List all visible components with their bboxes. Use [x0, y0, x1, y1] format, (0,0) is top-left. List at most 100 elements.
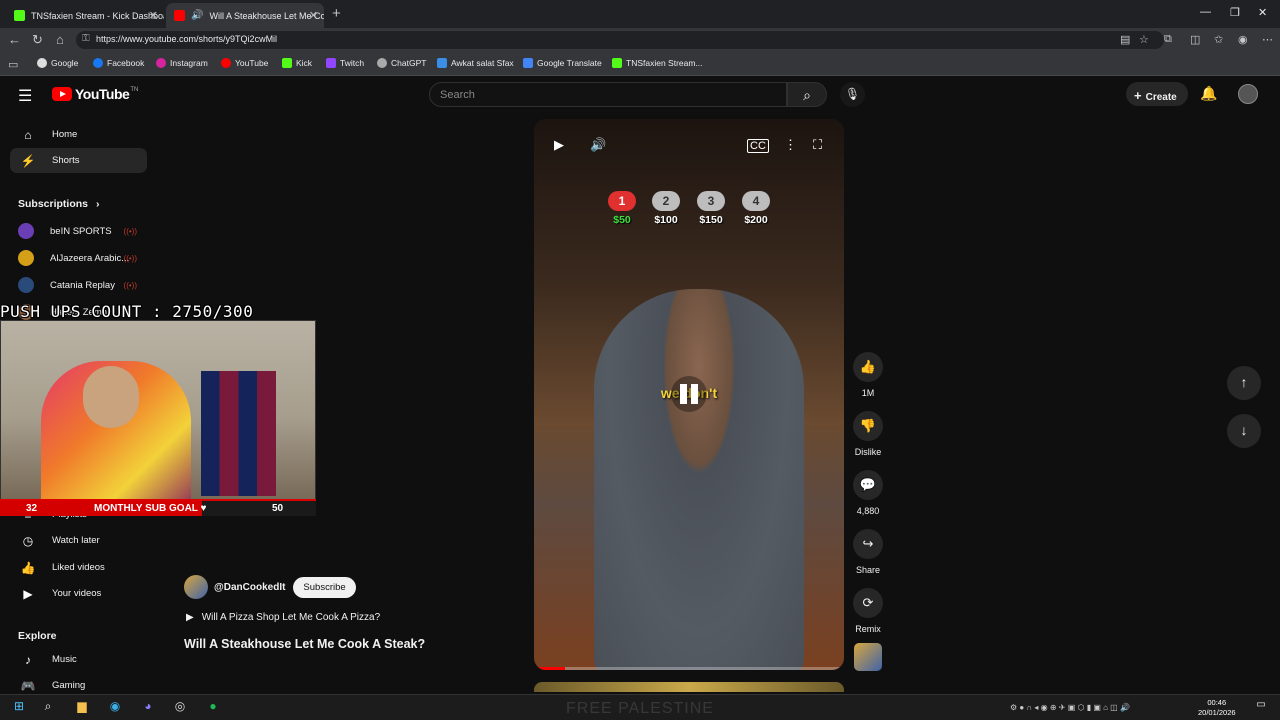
channel-avatar [18, 250, 34, 266]
shorts-player[interactable]: ▶ 🔊 CC ⋮ ⛶ 1 $50 2 $100 3 $150 4 $200 we don… [534, 119, 844, 670]
sidebar-item-label: Home [52, 129, 78, 140]
url-field[interactable]: ⚿ https://www.youtube.com/shorts/y9TQi2c… [76, 31, 1164, 49]
sidebar-toggle-icon[interactable]: ▭ [8, 58, 18, 71]
next-short-button[interactable]: ↓ [1227, 414, 1261, 448]
jersey [201, 371, 276, 496]
search-input[interactable]: Search [429, 82, 787, 107]
music-icon: ♪ [25, 652, 31, 667]
sub-goal-bar: 32 MONTHLY SUB GOAL ♥ 50 [0, 499, 316, 516]
sidebar-item-label: Shorts [52, 155, 80, 166]
sidebar-item-liked-videos[interactable]: 👍 Liked videos [10, 555, 147, 580]
subscription-label: AlJazeera Arabic... [50, 252, 130, 264]
maximize-button[interactable]: ❐ [1230, 6, 1240, 19]
bookmark-label: TNSfaxien Stream... [626, 58, 703, 68]
next-short-preview[interactable] [534, 682, 844, 692]
remix-button[interactable]: ⟳ Remix [853, 588, 883, 634]
close-window-button[interactable]: ✕ [1258, 6, 1267, 19]
previous-short-button[interactable]: ↑ [1227, 366, 1261, 400]
share-icon: ↪ [853, 529, 883, 559]
video-progress[interactable] [534, 667, 844, 670]
dislike-button[interactable]: 👎 Dislike [853, 411, 883, 457]
related-video-link[interactable]: ▶ Will A Pizza Shop Let Me Cook A Pizza? [186, 612, 380, 623]
bookmark-twitch[interactable]: Twitch [326, 58, 364, 68]
new-tab-button[interactable]: + [332, 5, 341, 22]
watermark-text: FREE PALESTINE [566, 700, 714, 717]
tier-3: 3 $150 [694, 191, 728, 226]
subscriptions-heading[interactable]: Subscriptions › [18, 198, 100, 210]
captions-icon[interactable]: CC [747, 139, 769, 153]
sidebar-item-watch-later[interactable]: ◷ Watch later [10, 528, 147, 553]
volume-icon[interactable]: 🔊 [590, 137, 606, 153]
sidebar-item-music[interactable]: ♪ Music [10, 647, 147, 672]
tab-kick-dashboard[interactable]: TNSfaxien Stream - Kick Dashboard ✕ [6, 3, 164, 28]
youtube-logo[interactable]: YouTube TN [52, 86, 138, 102]
menu-icon[interactable]: ☰ [18, 86, 32, 106]
bookmark-label: Twitch [340, 58, 365, 68]
favorite-star-icon[interactable]: ☆ [1139, 33, 1149, 46]
create-button[interactable]: + Create [1126, 82, 1188, 106]
like-count: 1M [861, 388, 875, 398]
bookmark-label: Kick [296, 58, 313, 68]
bookmark-kick[interactable]: Kick [282, 58, 312, 68]
home-icon[interactable]: ⌂ [56, 32, 64, 47]
subscribe-button[interactable]: Subscribe [293, 576, 356, 598]
subscription-item[interactable]: AlJazeera Arabic... ((•)) [18, 250, 143, 266]
bookmark-awkat-salat[interactable]: Awkat salat Sfax [437, 58, 514, 68]
bookmark-facebook[interactable]: Facebook [93, 58, 144, 68]
translate-icon [523, 58, 533, 68]
bookmark-google[interactable]: Google [37, 58, 78, 68]
subscription-item[interactable]: Catania Replay ((•)) [18, 277, 143, 293]
voice-search-button[interactable]: 🎙 [840, 82, 865, 107]
bookmark-label: Google [51, 58, 79, 68]
bookmark-instagram[interactable]: Instagram [156, 58, 208, 68]
bookmark-tnsfaxien[interactable]: TNSfaxien Stream... [612, 58, 703, 68]
bookmark-chatgpt[interactable]: ChatGPT [377, 58, 426, 68]
sidebar-item-label: Watch later [52, 535, 100, 546]
tier-price: $50 [613, 214, 631, 226]
comments-button[interactable]: 💬 4,880 [853, 470, 883, 516]
read-mode-icon[interactable]: ▤ [1120, 33, 1130, 46]
play-icon[interactable]: ▶ [554, 137, 564, 153]
pause-icon[interactable] [671, 376, 707, 412]
sidebar-item-home[interactable]: ⌂ Home [10, 122, 147, 147]
sidebar-item-your-videos[interactable]: ▶ Your videos [10, 581, 147, 606]
split-screen-icon[interactable]: ◫ [1190, 33, 1200, 46]
fullscreen-icon[interactable]: ⛶ [813, 137, 822, 153]
more-vert-icon[interactable]: ⋮ [784, 137, 797, 153]
favorites-icon[interactable]: ✩ [1214, 33, 1223, 46]
back-icon[interactable]: ← [8, 32, 21, 47]
subscription-item[interactable]: beIN SPORTS ((•)) [18, 223, 143, 239]
share-button[interactable]: ↪ Share [853, 529, 883, 575]
kick-icon [14, 10, 25, 21]
notifications-icon[interactable]: 🔔 [1200, 85, 1217, 102]
sidebar-item-shorts[interactable]: ⚡ Shorts [10, 148, 147, 173]
like-button[interactable]: 👍 1M [853, 352, 883, 398]
site-info-icon[interactable]: ⚿ [82, 33, 90, 44]
bookmark-google-translate[interactable]: Google Translate [523, 58, 602, 68]
bookmark-youtube[interactable]: YouTube [221, 58, 268, 68]
tier-number: 2 [652, 191, 680, 211]
avatar[interactable] [1238, 84, 1258, 104]
close-tab-icon[interactable]: ✕ [309, 9, 318, 22]
clock-icon: ◷ [22, 533, 34, 548]
plus-icon: + [1134, 88, 1142, 103]
reload-icon[interactable]: ↻ [32, 32, 43, 48]
minimize-button[interactable]: — [1200, 6, 1211, 18]
close-tab-icon[interactable]: ✕ [149, 9, 158, 22]
speaker-icon[interactable]: 🔊 [191, 10, 203, 21]
extensions-icon[interactable]: ⧉ [1164, 33, 1172, 46]
channel-avatar [18, 277, 34, 293]
logo-text: YouTube [75, 86, 130, 102]
channel-avatar[interactable] [184, 575, 208, 599]
subscription-label: Catania Replay [50, 279, 115, 291]
bookmark-label: Google Translate [537, 58, 602, 68]
gaming-icon: 🎮 [20, 678, 36, 693]
channel-name[interactable]: @DanCookedIt [214, 582, 285, 593]
browser-tab-bar: TNSfaxien Stream - Kick Dashboard ✕ 🔊 Wi… [0, 0, 1280, 28]
tab-youtube-short[interactable]: 🔊 Will A Steakhouse Let Me Coo ✕ [166, 3, 324, 28]
channel-thumbnail[interactable] [854, 643, 882, 671]
more-icon[interactable]: ⋯ [1262, 33, 1273, 46]
search-button[interactable]: ⌕ [787, 82, 827, 107]
tier-price: $150 [699, 214, 723, 226]
profile-icon[interactable]: ◉ [1238, 33, 1248, 46]
